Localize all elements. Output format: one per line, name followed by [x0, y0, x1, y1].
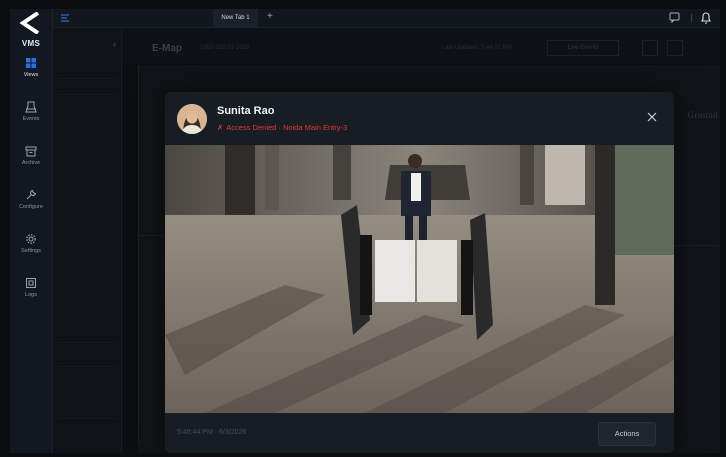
nav-item-archive[interactable]: Archive [10, 145, 52, 181]
nav-item-label: Views [23, 72, 39, 78]
list-item[interactable] [57, 352, 117, 367]
person-name: Sunita Rao [217, 105, 275, 117]
event-timestamp: 5:45:44 PM · 6/3/2026 [177, 429, 247, 436]
tab-new-tab-1[interactable]: New Tab 1 [213, 9, 258, 27]
event-snapshot-image [165, 145, 674, 413]
nav-item-label: Logs [25, 292, 37, 298]
list-item[interactable] [57, 80, 117, 95]
menu-icon[interactable] [60, 13, 70, 23]
vms-app: VMS Views Events Archive Configure Setti… [10, 9, 720, 453]
wrench-icon [26, 189, 37, 200]
list-item[interactable] [57, 404, 117, 419]
nav-item-views[interactable]: Views [10, 57, 52, 93]
avatar [177, 104, 207, 134]
layout-button[interactable] [642, 40, 658, 56]
nav-item-label: Settings [21, 248, 41, 254]
nav-item-logs[interactable]: Logs [10, 277, 52, 313]
actions-button[interactable]: Actions [598, 422, 656, 446]
emap-id: 1002-202-01-2026 [200, 45, 250, 51]
emap-header: E-Map 1002-202-01-2026 Last Updated: 5:4… [122, 28, 720, 64]
emap-title: E-Map [152, 43, 182, 54]
nav-item-configure[interactable]: Configure [10, 189, 52, 225]
logs-icon [26, 278, 36, 288]
views-panel: + [53, 28, 122, 453]
live-events-button[interactable]: Live Events [547, 40, 619, 56]
add-tab-button[interactable]: + [267, 11, 273, 22]
toolbar-divider [691, 14, 692, 22]
denied-mark: ✗ [217, 123, 224, 132]
nav-item-events[interactable]: Events [10, 101, 52, 137]
list-item[interactable] [57, 328, 117, 343]
left-nav: VMS Views Events Archive Configure Setti… [10, 9, 53, 453]
fullscreen-button[interactable] [667, 40, 683, 56]
access-status-text: Access Denied · Noida Main Entry-3 [226, 123, 348, 132]
chat-icon[interactable] [669, 12, 680, 23]
gear-icon [26, 234, 36, 244]
grid-icon [26, 58, 36, 68]
vms-logo-icon [19, 12, 40, 34]
modal-footer: 5:45:44 PM · 6/3/2026 Actions [165, 413, 674, 453]
modal-header: Sunita Rao ✗ Access Denied · Noida Main E… [165, 92, 674, 144]
events-icon [25, 101, 37, 113]
brand-label: VMS [21, 39, 41, 48]
tab-bar: New Tab 1 + [53, 9, 720, 28]
emap-updated: Last Updated: 5:44:02 PM [442, 45, 512, 51]
nav-item-label: Archive [21, 160, 41, 166]
add-view-icon[interactable]: + [112, 40, 117, 50]
list-item[interactable] [57, 64, 117, 79]
nav-item-settings[interactable]: Settings [10, 233, 52, 269]
archive-icon [25, 146, 37, 157]
access-status: ✗ Access Denied · Noida Main Entry-3 [217, 123, 347, 132]
bell-icon[interactable] [700, 11, 712, 24]
map-floor-label: Ground [687, 110, 718, 120]
access-event-modal: Sunita Rao ✗ Access Denied · Noida Main E… [165, 92, 674, 453]
close-icon[interactable] [646, 111, 658, 123]
nav-item-label: Events [22, 116, 40, 122]
nav-item-label: Configure [19, 204, 43, 210]
